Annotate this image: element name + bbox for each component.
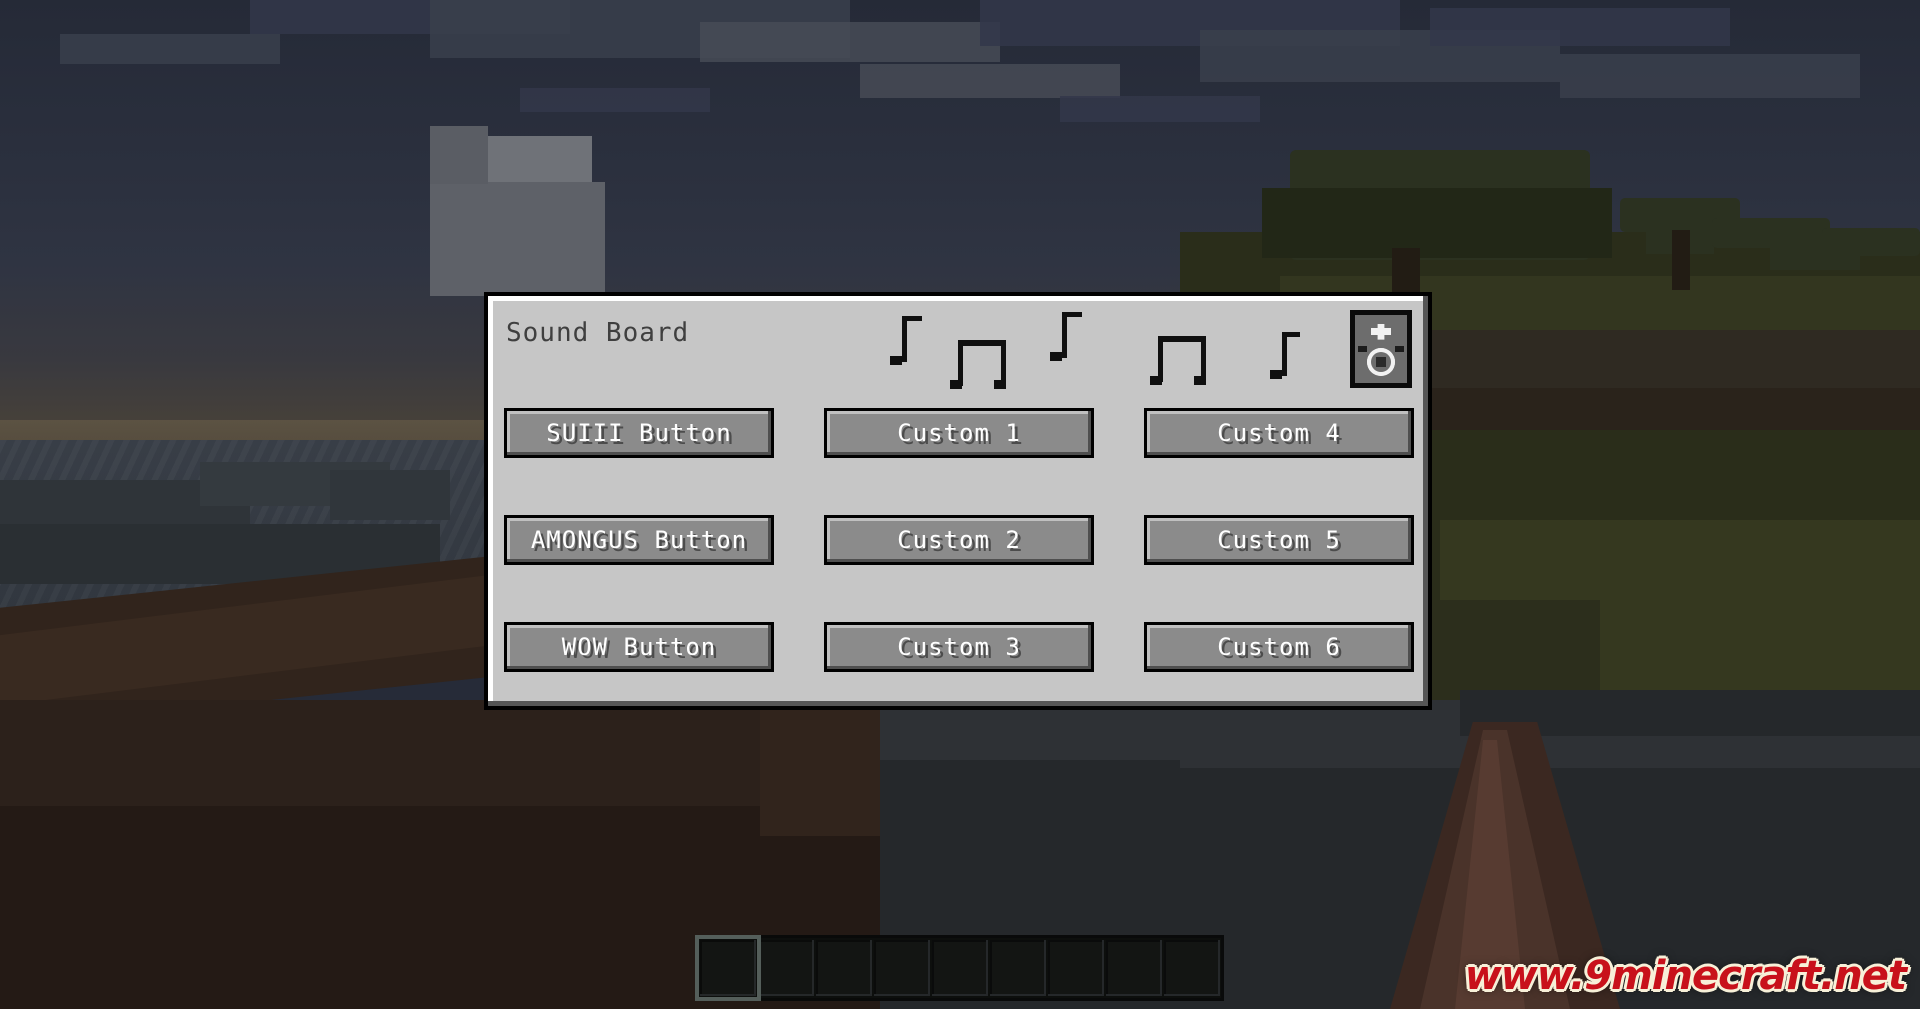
hotbar-slot[interactable] [874, 940, 930, 996]
cloud [700, 22, 1000, 62]
hotbar-slot[interactable] [695, 935, 761, 1001]
cloud [1560, 54, 1860, 98]
music-notes-decoration [888, 306, 1308, 389]
hotbar-slot[interactable] [1048, 940, 1104, 996]
hotbar-slot[interactable] [1164, 940, 1220, 996]
speaker-tweeter-icon [1371, 324, 1391, 340]
tree-canopy [1712, 218, 1830, 248]
sound-button-wow[interactable]: WOW Button [504, 622, 774, 672]
sound-button-custom-2[interactable]: Custom 2 [824, 515, 1094, 565]
sound-button-custom-6[interactable]: Custom 6 [1144, 622, 1414, 672]
cloud [520, 88, 710, 112]
distant-structure [430, 182, 605, 296]
sound-button-custom-1[interactable]: Custom 1 [824, 408, 1094, 458]
sound-button-amongus[interactable]: AMONGUS Button [504, 515, 774, 565]
sound-button-grid: SUIII Button Custom 1 Custom 4 AMONGUS B… [488, 408, 1428, 680]
hotbar-slot[interactable] [758, 940, 814, 996]
hotbar-slot[interactable] [816, 940, 872, 996]
cloud [60, 34, 280, 64]
sound-board-panel: Sound Board SUIII Button Custom 1 Custom… [484, 292, 1432, 710]
tree-canopy [1262, 188, 1612, 258]
hotbar-slot[interactable] [932, 940, 988, 996]
cloud [1060, 96, 1260, 122]
tree-trunk [1672, 230, 1690, 290]
speaker-woofer-icon [1367, 348, 1395, 376]
stone-ledge [330, 470, 450, 520]
distant-structure [430, 126, 488, 184]
game-screen: Sound Board SUIII Button Custom 1 Custom… [0, 0, 1920, 1009]
site-watermark: www.9minecraft.net [1464, 953, 1907, 999]
sound-button-custom-4[interactable]: Custom 4 [1144, 408, 1414, 458]
tree-canopy [1770, 246, 1860, 270]
hotbar [695, 935, 1224, 1001]
speaker-port-right [1395, 346, 1404, 352]
speaker-icon [1350, 310, 1412, 388]
cloud [860, 64, 1120, 98]
speaker-port-left [1358, 346, 1367, 352]
hotbar-slot[interactable] [1106, 940, 1162, 996]
sound-button-custom-3[interactable]: Custom 3 [824, 622, 1094, 672]
page-title: Sound Board [506, 318, 690, 348]
sound-button-custom-5[interactable]: Custom 5 [1144, 515, 1414, 565]
hotbar-slot[interactable] [990, 940, 1046, 996]
sound-button-suiii[interactable]: SUIII Button [504, 408, 774, 458]
cloud [1430, 8, 1730, 46]
